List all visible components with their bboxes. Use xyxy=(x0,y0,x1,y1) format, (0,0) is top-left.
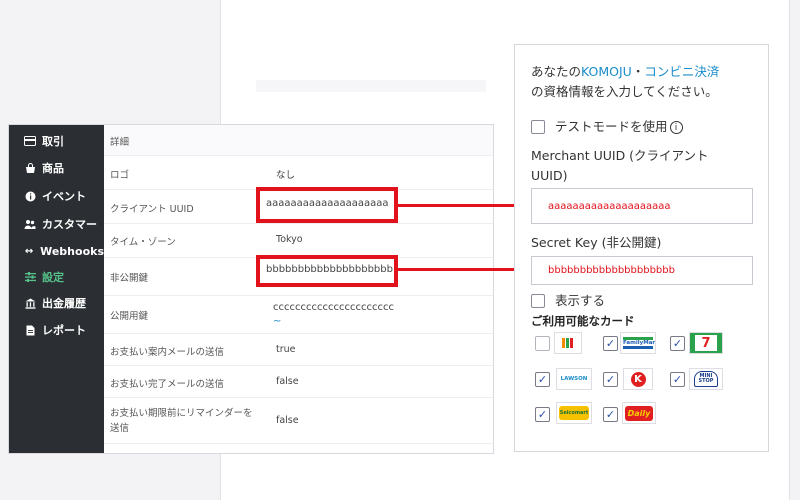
details-title: 詳細 xyxy=(110,137,130,148)
sidebar-item-label: レポート xyxy=(42,324,86,337)
sidebar-item-reports[interactable]: レポート xyxy=(9,317,104,343)
arrows-icon: ↔ xyxy=(24,245,34,257)
connector-line-uuid xyxy=(398,204,530,207)
store-checkbox[interactable]: ✓ xyxy=(535,372,550,387)
store-checkbox[interactable]: ✓ xyxy=(535,407,550,422)
store-checkbox[interactable]: ✓ xyxy=(670,372,685,387)
sidebar-item-label: 出金履歴 xyxy=(42,297,86,310)
lawson-logo: LAWSON xyxy=(556,368,592,390)
table-row: 公開用鍵 cccccccccccccccccccccc ~ xyxy=(104,296,493,334)
info-icon xyxy=(24,190,36,202)
show-secret-checkbox[interactable] xyxy=(531,294,545,308)
sidebar-item-events[interactable]: イベント xyxy=(9,183,104,209)
document-icon xyxy=(24,324,36,336)
sidebar-item-payouts[interactable]: 出金履歴 xyxy=(9,290,104,316)
users-icon xyxy=(24,218,36,230)
konbini-link[interactable]: コンビニ決済 xyxy=(644,64,719,79)
secret-key-highlight: bbbbbbbbbbbbbbbbbbbb xyxy=(256,255,398,287)
details-panel: 詳細 ロゴ なし クライアント UUID タイム・ゾーン Tokyo 非公開鍵 … xyxy=(104,125,493,453)
sidebar-item-label: カスタマー xyxy=(42,218,97,231)
sidebar-item-customers[interactable]: カスタマー xyxy=(9,211,104,237)
sidebar-item-products[interactable]: 商品 xyxy=(9,155,104,181)
sidebar-item-transactions[interactable]: 取引 xyxy=(9,128,104,154)
sidebar-item-webhooks[interactable]: ↔ Webhooks xyxy=(9,238,104,264)
sidebar-item-label: Webhooks xyxy=(40,244,104,258)
bag-icon xyxy=(24,162,36,174)
table-row: お支払い期限前にリマインダーを送信 false xyxy=(104,398,493,444)
bank-icon xyxy=(24,297,36,309)
sliders-icon xyxy=(24,271,36,283)
test-mode-label: テストモードを使用 i xyxy=(555,117,683,137)
placeholder-strip xyxy=(256,80,486,92)
daily-logo: Daily xyxy=(622,402,656,424)
seicomart-logo: Seicomart xyxy=(556,402,592,424)
ministop-logo: MINI STOP xyxy=(689,368,723,390)
store-checkbox[interactable]: ✓ xyxy=(603,336,618,351)
circle-k-logo: K xyxy=(623,368,653,390)
table-row: お支払い案内メールの送信 true xyxy=(104,334,493,366)
secret-key-input[interactable]: bbbbbbbbbbbbbbbbbbbb xyxy=(531,256,753,285)
form-intro-line2: の資格情報を入力してください。 xyxy=(531,84,718,99)
merchant-label: Merchant UUID (クライアント xyxy=(531,148,709,163)
form-intro: あなたのKOMOJU・コンビニ決済 xyxy=(531,64,720,79)
merchant-uuid-input[interactable]: aaaaaaaaaaaaaaaaaaaa xyxy=(531,188,753,224)
seven-eleven-logo xyxy=(554,332,582,354)
secret-key-label: Secret Key (非公開鍵) xyxy=(531,235,662,250)
test-mode-checkbox[interactable] xyxy=(531,120,545,134)
seven-eleven-logo: 7 xyxy=(689,332,723,354)
credit-card-icon xyxy=(24,135,36,147)
store-checkbox[interactable]: ✓ xyxy=(603,407,618,422)
store-checkbox[interactable]: ✓ xyxy=(535,336,550,351)
familymart-logo: FamilyMart xyxy=(620,332,656,354)
sidebar: 取引 商品 イベント カスタマー ↔ Webhooks 設定 出金履歴 レポート xyxy=(9,125,104,453)
sidebar-item-settings[interactable]: 設定 xyxy=(9,264,104,290)
connector-line-secret xyxy=(398,268,530,271)
settings-screenshot: 取引 商品 イベント カスタマー ↔ Webhooks 設定 出金履歴 レポート… xyxy=(8,124,494,454)
cards-label: ご利用可能なカード xyxy=(531,314,635,328)
sidebar-item-label: イベント xyxy=(42,190,86,203)
table-row: お支払い完了メールの送信 false xyxy=(104,366,493,398)
table-row: タイム・ゾーン Tokyo xyxy=(104,224,493,258)
show-secret-label: 表示する xyxy=(555,293,606,308)
table-row: ロゴ なし xyxy=(104,156,493,190)
store-checkbox[interactable]: ✓ xyxy=(603,372,618,387)
client-uuid-highlight: aaaaaaaaaaaaaaaaaaaa xyxy=(256,187,398,223)
sidebar-item-label: 設定 xyxy=(42,271,64,284)
credentials-form: あなたのKOMOJU・コンビニ決済 の資格情報を入力してください。 テストモード… xyxy=(514,44,769,452)
store-checkbox[interactable]: ✓ xyxy=(670,336,685,351)
komoju-link[interactable]: KOMOJU xyxy=(581,64,632,79)
info-icon[interactable]: i xyxy=(669,121,683,134)
sidebar-item-label: 取引 xyxy=(42,135,64,148)
sidebar-item-label: 商品 xyxy=(42,162,64,175)
tilde-mark: ~ xyxy=(273,316,282,327)
merchant-label-line2: UUID) xyxy=(531,168,568,183)
details-header: 詳細 xyxy=(104,125,493,156)
